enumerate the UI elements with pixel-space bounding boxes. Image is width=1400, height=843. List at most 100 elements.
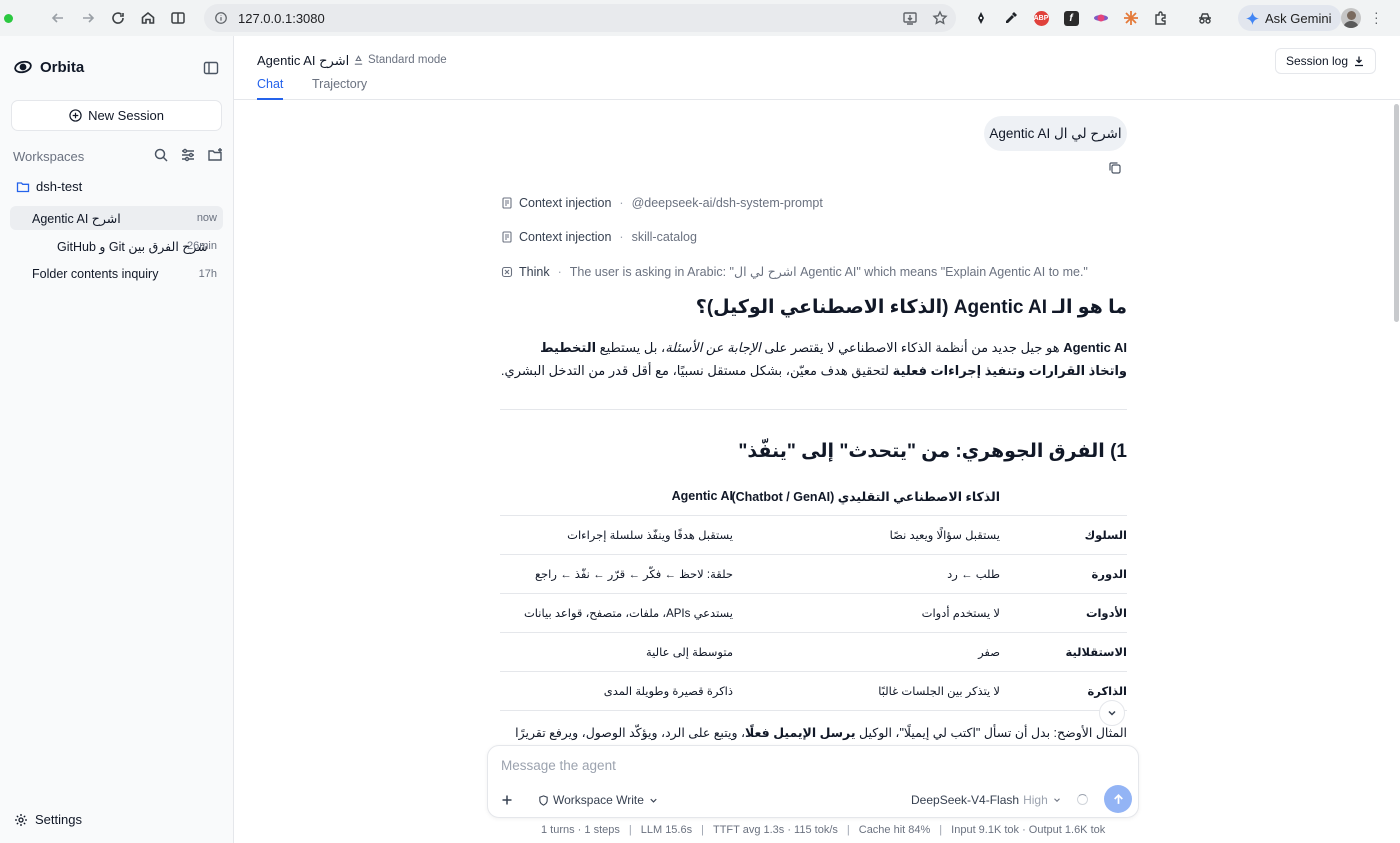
profile-avatar[interactable] (1341, 8, 1361, 28)
chat-area: اشرح لي ال Agentic AI Context injection … (234, 100, 1400, 843)
tab-trajectory[interactable]: Trajectory (312, 77, 367, 100)
mode-badge[interactable]: Standard mode (353, 54, 447, 66)
step-kind: Think (519, 264, 550, 279)
stat-separator: | (701, 824, 704, 836)
example-text-a: المثال الأوضح: بدل أن تسأل "اكتب لي إيمي… (855, 726, 1127, 740)
puzzle-icon[interactable] (1146, 4, 1176, 32)
attach-button[interactable] (498, 791, 516, 809)
reload-icon[interactable] (103, 3, 133, 33)
new-session-label: New Session (88, 108, 164, 123)
session-item[interactable]: Folder contents inquiry 17h (10, 262, 223, 286)
folder-icon (16, 181, 30, 192)
table-cell: الأدوات (1085, 608, 1127, 620)
split-view-icon[interactable] (163, 3, 193, 33)
session-item[interactable]: اشرح Agentic AI now (10, 206, 223, 230)
send-button[interactable] (1104, 785, 1132, 813)
table-cell: يستقبل هدفًا وينفّذ سلسلة إجراءات (567, 530, 733, 542)
adblock-icon[interactable]: ABP (1026, 4, 1056, 32)
intro-text-b: ، بل يستطيع (596, 340, 666, 355)
filter-settings-icon[interactable] (180, 147, 196, 163)
window-control-dot[interactable] (4, 13, 13, 23)
chevron-down-icon (1053, 798, 1060, 803)
table-row: السلوك يستقبل سؤالًا ويعيد نصًا يستقبل ه… (500, 516, 1127, 555)
stat-separator: | (939, 824, 943, 836)
font-icon[interactable]: f (1056, 4, 1086, 32)
brain-icon (501, 266, 513, 277)
step-context-injection[interactable]: Context injection · @deepseek-ai/dsh-sys… (501, 196, 823, 210)
browser-menu-icon[interactable]: · · · (1374, 5, 1379, 29)
session-title: اشرح Agentic AI (32, 211, 121, 226)
table-cell: لا يتذكر بين الجلسات غالبًا (878, 686, 1000, 698)
copy-icon[interactable] (1108, 161, 1122, 175)
settings-label: Settings (35, 812, 82, 827)
step-detail: The user is asking in Arabic: "اشرح لي ا… (569, 265, 1088, 279)
loading-spinner-icon (1077, 794, 1088, 805)
add-folder-icon[interactable] (207, 147, 223, 163)
url-text[interactable]: 127.0.0.1:3080 (238, 11, 325, 26)
table-row: الدورة طلب ← رد حلقة: لاحظ ← فكّر ← قرّر… (500, 555, 1127, 594)
shield-icon (539, 794, 548, 806)
answer-heading: ما هو الـ Agentic AI (الذكاء الاصطناعي ا… (695, 297, 1127, 318)
arrow-up-icon (1113, 793, 1123, 804)
document-icon (502, 197, 512, 209)
search-icon[interactable] (153, 147, 169, 163)
table-cell: صفر (978, 647, 1000, 659)
answer-intro-paragraph: Agentic AI هو جيل جديد من أنظمة الذكاء ا… (500, 336, 1127, 382)
scrollbar-thumb[interactable] (1394, 104, 1399, 322)
brand-name: Orbita (40, 58, 85, 76)
intro-emphasis: الإجابة عن الأسئلة (665, 340, 761, 355)
planet-icon[interactable] (1086, 4, 1116, 32)
gemini-icon (1246, 11, 1259, 25)
session-title: شرح الفرق بين Git و GitHub (57, 239, 208, 254)
settings-button[interactable]: Settings (14, 812, 82, 827)
step-detail: skill-catalog (631, 230, 697, 244)
section-heading: 1) الفرق الجوهري: من "يتحدث" إلى "ينفّذ" (738, 441, 1127, 462)
session-log-button[interactable]: Session log (1274, 48, 1376, 74)
incognito-icon[interactable] (1190, 4, 1220, 32)
table-row: الأدوات لا يستخدم أدوات يستدعي APIs، ملف… (500, 594, 1127, 633)
brand: Orbita (14, 58, 84, 76)
workspace-folder[interactable]: dsh-test (16, 179, 82, 194)
chevron-down-icon (650, 798, 657, 803)
orbita-logo-icon (14, 60, 32, 74)
permission-dropdown[interactable]: Workspace Write (538, 793, 659, 807)
new-session-button[interactable]: New Session (11, 100, 222, 131)
plus-circle-icon (69, 109, 82, 122)
tab-chat[interactable]: Chat (257, 77, 284, 100)
bookmark-star-icon[interactable] (932, 10, 948, 26)
scroll-to-bottom-button[interactable] (1099, 700, 1125, 726)
workspaces-header: Workspaces (13, 147, 223, 165)
model-dropdown[interactable]: DeepSeek-V4-Flash High (911, 793, 1062, 807)
sparkle-icon[interactable] (1116, 4, 1146, 32)
address-bar[interactable]: 127.0.0.1:3080 (204, 4, 956, 32)
eyedropper-icon[interactable] (996, 4, 1026, 32)
stat-tokens: Input 9.1K tok · Output 1.6K tok (951, 824, 1106, 836)
sidebar-toggle-icon[interactable] (203, 60, 219, 76)
sidebar: Orbita New Session Workspaces dsh-test ا… (0, 36, 234, 843)
session-item[interactable]: شرح الفرق بين Git و GitHub 26min (10, 234, 223, 258)
step-think[interactable]: Think · The user is asking in Arabic: "ا… (501, 264, 1088, 279)
toolbar-divider (1176, 4, 1190, 32)
intro-text-c: لتحقيق هدف معيّن، بشكل مستقل نسبيًا، مع … (500, 363, 893, 378)
message-input[interactable] (501, 755, 1101, 775)
workspaces-title: Workspaces (13, 148, 85, 164)
table-cell: متوسطة إلى عالية (646, 647, 733, 659)
table-cell: السلوك (1084, 530, 1127, 542)
ask-gemini-button[interactable]: Ask Gemini (1238, 5, 1342, 31)
install-app-icon[interactable] (902, 10, 918, 26)
session-time: 17h (198, 268, 217, 280)
forward-icon[interactable] (73, 3, 103, 33)
stat-turns: 1 turns · 1 steps (541, 824, 620, 836)
step-separator: · (557, 264, 562, 279)
chat-scrollbar[interactable] (1392, 100, 1400, 843)
step-context-injection[interactable]: Context injection · skill-catalog (501, 230, 697, 244)
home-icon[interactable] (133, 3, 163, 33)
pen-icon[interactable] (966, 4, 996, 32)
user-message: اشرح لي ال Agentic AI (984, 116, 1127, 151)
session-time: now (196, 212, 217, 224)
table-header-cell: الذكاء الاصطناعي التقليدي (Chatbot / Gen… (731, 489, 1000, 504)
step-separator: · (619, 196, 624, 210)
back-icon[interactable] (43, 3, 73, 33)
site-info-icon[interactable] (214, 11, 228, 25)
model-label: DeepSeek-V4-Flash (911, 793, 1020, 807)
